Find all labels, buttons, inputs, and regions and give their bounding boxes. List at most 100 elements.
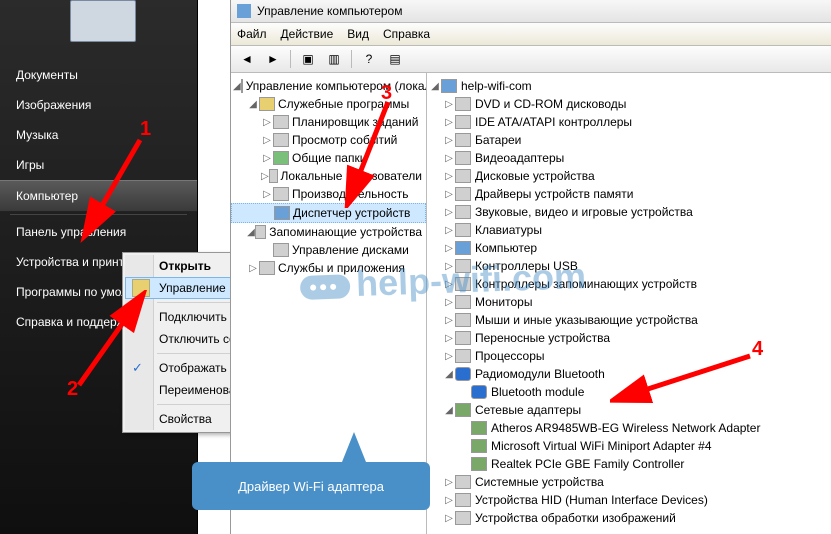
- dev-system[interactable]: ▷Системные устройства: [427, 473, 831, 491]
- menu-help[interactable]: Справка: [383, 27, 430, 41]
- nic-icon: [471, 457, 487, 471]
- keyboard-icon: [455, 223, 471, 237]
- dev-monitor[interactable]: ▷Мониторы: [427, 293, 831, 311]
- tree-local-users[interactable]: ▷Локальные пользователи: [231, 167, 426, 185]
- computer-icon: [441, 79, 457, 93]
- menu-view[interactable]: Вид: [347, 27, 369, 41]
- network-icon: [455, 403, 471, 417]
- menu-action[interactable]: Действие: [281, 27, 334, 41]
- app-icon: [237, 4, 251, 18]
- computer-icon: [241, 79, 243, 93]
- menu-bar: Файл Действие Вид Справка: [231, 23, 831, 46]
- computer-management-window: Управление компьютером Файл Действие Вид…: [230, 0, 831, 534]
- tree-disk-management[interactable]: Управление дисками: [231, 241, 426, 259]
- dev-disk[interactable]: ▷Дисковые устройства: [427, 167, 831, 185]
- cpu-icon: [455, 349, 471, 363]
- dvd-icon: [455, 97, 471, 111]
- storage-icon: [255, 225, 266, 239]
- disk-icon: [455, 169, 471, 183]
- start-item-documents[interactable]: Документы: [0, 60, 197, 90]
- help-button[interactable]: ?: [357, 48, 381, 70]
- usb-icon: [455, 259, 471, 273]
- tree-root[interactable]: ◢Управление компьютером (локальным): [231, 77, 426, 95]
- up-button[interactable]: ▣: [296, 48, 320, 70]
- dev-portable[interactable]: ▷Переносные устройства: [427, 329, 831, 347]
- back-button[interactable]: ◄: [235, 48, 259, 70]
- folder-icon: [273, 151, 289, 165]
- ide-icon: [455, 115, 471, 129]
- users-icon: [269, 169, 278, 183]
- dev-storage-controller[interactable]: ▷Контроллеры запоминающих устройств: [427, 275, 831, 293]
- imaging-icon: [455, 511, 471, 525]
- tree-device-manager[interactable]: Диспетчер устройств: [231, 203, 426, 223]
- dev-keyboard[interactable]: ▷Клавиатуры: [427, 221, 831, 239]
- tree-event-viewer[interactable]: ▷Просмотр событий: [231, 131, 426, 149]
- dev-usb[interactable]: ▷Контроллеры USB: [427, 257, 831, 275]
- display-icon: [455, 151, 471, 165]
- device-manager-icon: [274, 206, 290, 220]
- show-hide-button[interactable]: ▥: [322, 48, 346, 70]
- system-icon: [455, 475, 471, 489]
- dev-dvd[interactable]: ▷DVD и CD-ROM дисководы: [427, 95, 831, 113]
- folder-icon: [259, 97, 275, 111]
- dev-root[interactable]: ◢help-wifi-com: [427, 77, 831, 95]
- annotation-number-2: 2: [67, 378, 78, 401]
- services-icon: [259, 261, 275, 275]
- forward-button[interactable]: ►: [261, 48, 285, 70]
- sound-icon: [455, 205, 471, 219]
- device-list[interactable]: ◢help-wifi-com ▷DVD и CD-ROM дисководы ▷…: [427, 73, 831, 534]
- dev-memory[interactable]: ▷Драйверы устройств памяти: [427, 185, 831, 203]
- monitor-icon: [455, 295, 471, 309]
- tree-shared-folders[interactable]: ▷Общие папки: [231, 149, 426, 167]
- battery-icon: [455, 133, 471, 147]
- dev-battery[interactable]: ▷Батареи: [427, 131, 831, 149]
- menu-file[interactable]: Файл: [237, 27, 267, 41]
- tree-performance[interactable]: ▷Производительность: [231, 185, 426, 203]
- dev-video[interactable]: ▷Видеоадаптеры: [427, 149, 831, 167]
- callout-wifi-driver: Драйвер Wi-Fi адаптера: [192, 462, 430, 510]
- dev-nic-realtek[interactable]: Realtek PCIe GBE Family Controller: [427, 455, 831, 473]
- computer-icon: [70, 0, 136, 42]
- dev-cpu[interactable]: ▷Процессоры: [427, 347, 831, 365]
- dev-bluetooth[interactable]: ◢Радиомодули Bluetooth: [427, 365, 831, 383]
- properties-button[interactable]: ▤: [383, 48, 407, 70]
- tree-system-tools[interactable]: ◢Служебные программы: [231, 95, 426, 113]
- event-icon: [273, 133, 289, 147]
- tree-task-scheduler[interactable]: ▷Планировщик заданий: [231, 113, 426, 131]
- disk-icon: [273, 243, 289, 257]
- bluetooth-icon: [471, 385, 487, 399]
- memory-icon: [455, 187, 471, 201]
- mouse-icon: [455, 313, 471, 327]
- nic-icon: [471, 439, 487, 453]
- dev-network-adapters[interactable]: ◢Сетевые адаптеры: [427, 401, 831, 419]
- dev-hid[interactable]: ▷Устройства HID (Human Interface Devices…: [427, 491, 831, 509]
- check-icon: ✓: [132, 360, 143, 376]
- manage-icon: [132, 279, 150, 297]
- start-item-computer[interactable]: Компьютер: [0, 180, 197, 212]
- separator: [10, 214, 187, 215]
- controller-icon: [455, 277, 471, 291]
- tree-storage[interactable]: ◢Запоминающие устройства: [231, 223, 426, 241]
- title-bar[interactable]: Управление компьютером: [231, 0, 831, 23]
- dev-nic-atheros[interactable]: Atheros AR9485WB-EG Wireless Network Ada…: [427, 419, 831, 437]
- dev-ide[interactable]: ▷IDE ATA/ATAPI контроллеры: [427, 113, 831, 131]
- computer-icon: [455, 241, 471, 255]
- portable-icon: [455, 331, 471, 345]
- nic-icon: [471, 421, 487, 435]
- dev-bt-module[interactable]: Bluetooth module: [427, 383, 831, 401]
- start-item-music[interactable]: Музыка: [0, 120, 197, 150]
- perf-icon: [273, 187, 289, 201]
- start-item-games[interactable]: Игры: [0, 150, 197, 180]
- dev-imaging[interactable]: ▷Устройства обработки изображений: [427, 509, 831, 527]
- dev-nic-virtual[interactable]: Microsoft Virtual WiFi Miniport Adapter …: [427, 437, 831, 455]
- dev-sound[interactable]: ▷Звуковые, видео и игровые устройства: [427, 203, 831, 221]
- dev-mouse[interactable]: ▷Мыши и иные указывающие устройства: [427, 311, 831, 329]
- dev-computer[interactable]: ▷Компьютер: [427, 239, 831, 257]
- separator: [290, 50, 291, 68]
- clock-icon: [273, 115, 289, 129]
- tree-services[interactable]: ▷Службы и приложения: [231, 259, 426, 277]
- bluetooth-icon: [455, 367, 471, 381]
- start-item-pictures[interactable]: Изображения: [0, 90, 197, 120]
- separator: [351, 50, 352, 68]
- start-item-control-panel[interactable]: Панель управления: [0, 217, 197, 247]
